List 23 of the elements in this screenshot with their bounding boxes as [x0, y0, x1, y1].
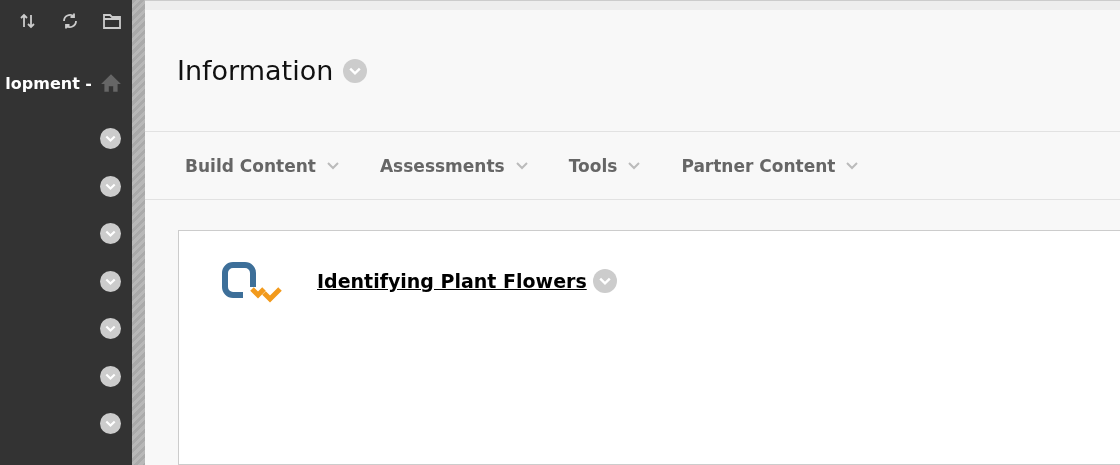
chevron-down-icon[interactable] [100, 270, 121, 292]
action-menu-button[interactable]: Partner Content [681, 155, 860, 176]
course-title[interactable]: lopment - [5, 73, 92, 93]
sort-icon[interactable] [18, 11, 38, 31]
folder-icon[interactable] [102, 11, 122, 31]
caret-icon [325, 160, 340, 171]
refresh-icon[interactable] [60, 11, 80, 31]
action-menu-button[interactable]: Assessments [379, 155, 529, 176]
chevron-down-icon[interactable] [100, 413, 121, 435]
chevron-down-icon[interactable] [100, 175, 121, 197]
chevron-down-icon[interactable] [100, 365, 121, 387]
chevron-down-icon[interactable] [100, 128, 121, 150]
chevron-down-icon[interactable] [100, 223, 121, 245]
sidebar-resize-handle[interactable] [132, 0, 145, 465]
caret-icon [627, 160, 642, 171]
caret-icon [845, 160, 860, 171]
content-item-link[interactable]: Identifying Plant Flowers [317, 270, 587, 292]
action-menu-button[interactable]: Build Content [185, 155, 340, 176]
page-title: Information [177, 55, 334, 86]
logo-icon [219, 259, 283, 303]
caret-icon [514, 160, 529, 171]
chevron-down-icon[interactable] [100, 318, 121, 340]
action-menu-button[interactable]: Tools [568, 155, 642, 176]
